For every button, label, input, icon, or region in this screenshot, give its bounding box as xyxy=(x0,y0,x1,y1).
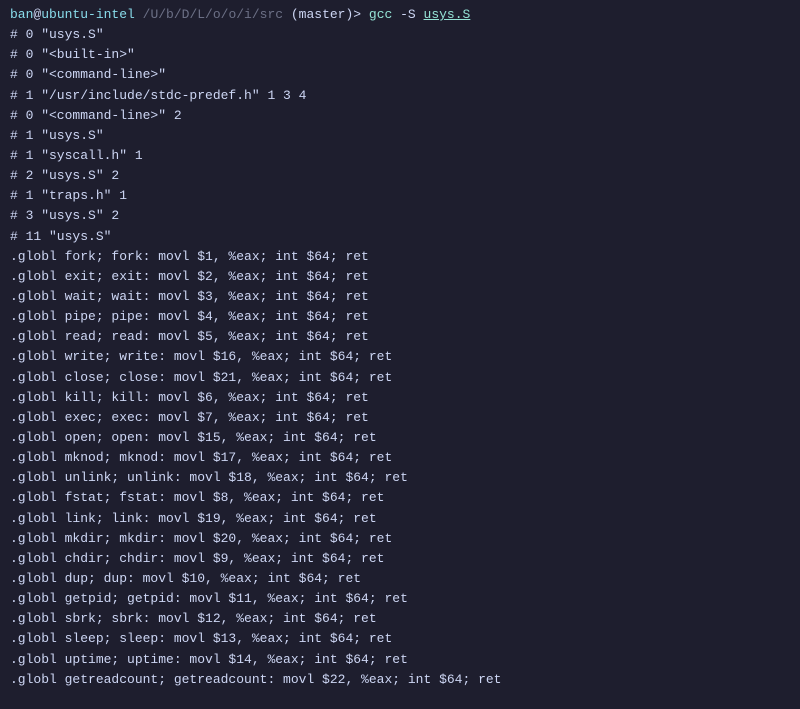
output-line: # 0 "<built-in>" xyxy=(10,45,790,65)
output-line: .globl getpid; getpid: movl $11, %eax; i… xyxy=(10,589,790,609)
prompt-path: /U/b/D/L/o/o/i/src xyxy=(135,7,291,22)
command-gcc: gcc xyxy=(369,7,400,22)
output-line: # 1 "traps.h" 1 xyxy=(10,186,790,206)
output-line: .globl read; read: movl $5, %eax; int $6… xyxy=(10,327,790,347)
output-line: .globl dup; dup: movl $10, %eax; int $64… xyxy=(10,569,790,589)
output-line: # 0 "<command-line>" 2 xyxy=(10,106,790,126)
output-line: # 11 "usys.S" xyxy=(10,227,790,247)
prompt-user: ban xyxy=(10,7,33,22)
prompt-line[interactable]: ban@ubuntu-intel /U/b/D/L/o/o/i/src (mas… xyxy=(10,5,790,25)
output-line: .globl fstat; fstat: movl $8, %eax; int … xyxy=(10,488,790,508)
output-line: .globl getreadcount; getreadcount: movl … xyxy=(10,670,790,690)
output-line: .globl wait; wait: movl $3, %eax; int $6… xyxy=(10,287,790,307)
output-line: .globl chdir; chdir: movl $9, %eax; int … xyxy=(10,549,790,569)
output-line: .globl mkdir; mkdir: movl $20, %eax; int… xyxy=(10,529,790,549)
command-file: usys.S xyxy=(424,7,471,22)
output-line: .globl exit; exit: movl $2, %eax; int $6… xyxy=(10,267,790,287)
prompt-arrow: > xyxy=(353,7,369,22)
output-line: # 2 "usys.S" 2 xyxy=(10,166,790,186)
terminal-output: # 0 "usys.S"# 0 "<built-in>"# 0 "<comman… xyxy=(10,25,790,690)
output-line: .globl mknod; mknod: movl $17, %eax; int… xyxy=(10,448,790,468)
output-line: # 1 "syscall.h" 1 xyxy=(10,146,790,166)
prompt-branch: (master) xyxy=(291,7,353,22)
output-line: .globl link; link: movl $19, %eax; int $… xyxy=(10,509,790,529)
output-line: .globl uptime; uptime: movl $14, %eax; i… xyxy=(10,650,790,670)
output-line: .globl pipe; pipe: movl $4, %eax; int $6… xyxy=(10,307,790,327)
command-flags: -S xyxy=(400,7,423,22)
output-line: .globl exec; exec: movl $7, %eax; int $6… xyxy=(10,408,790,428)
output-line: # 3 "usys.S" 2 xyxy=(10,206,790,226)
output-line: .globl sleep; sleep: movl $13, %eax; int… xyxy=(10,629,790,649)
output-line: .globl write; write: movl $16, %eax; int… xyxy=(10,347,790,367)
output-line: # 0 "<command-line>" xyxy=(10,65,790,85)
output-line: .globl fork; fork: movl $1, %eax; int $6… xyxy=(10,247,790,267)
output-line: # 1 "usys.S" xyxy=(10,126,790,146)
output-line: # 0 "usys.S" xyxy=(10,25,790,45)
output-line: .globl kill; kill: movl $6, %eax; int $6… xyxy=(10,388,790,408)
terminal-window[interactable]: ban@ubuntu-intel /U/b/D/L/o/o/i/src (mas… xyxy=(10,5,790,690)
output-line: .globl unlink; unlink: movl $18, %eax; i… xyxy=(10,468,790,488)
prompt-host: ubuntu-intel xyxy=(41,7,135,22)
output-line: .globl open; open: movl $15, %eax; int $… xyxy=(10,428,790,448)
output-line: # 1 "/usr/include/stdc-predef.h" 1 3 4 xyxy=(10,86,790,106)
output-line: .globl sbrk; sbrk: movl $12, %eax; int $… xyxy=(10,609,790,629)
output-line: .globl close; close: movl $21, %eax; int… xyxy=(10,368,790,388)
